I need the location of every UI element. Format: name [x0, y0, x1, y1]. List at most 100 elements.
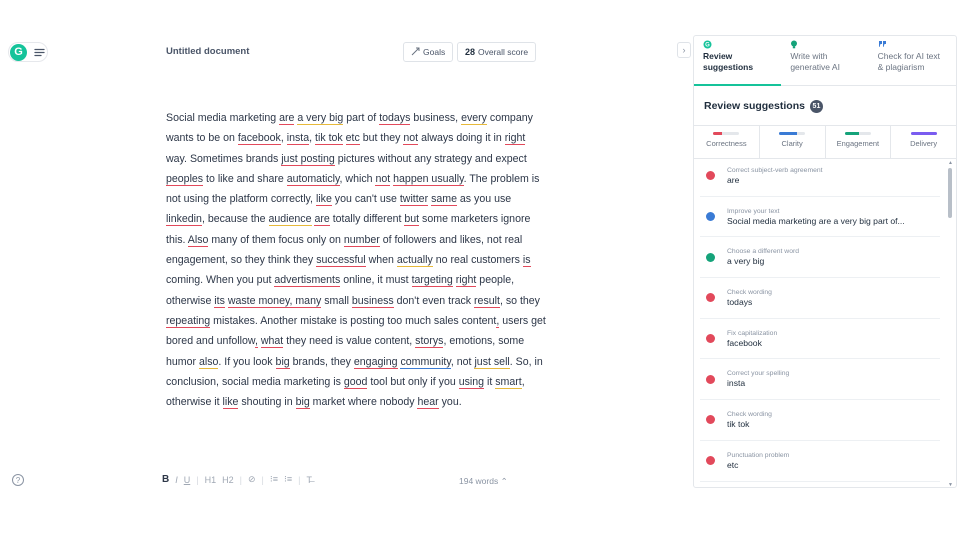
- flagged-text[interactable]: facebook: [237, 132, 281, 146]
- text-run: market where nobody: [309, 396, 418, 409]
- flagged-text[interactable]: business: [351, 294, 394, 308]
- flagged-text[interactable]: community: [400, 355, 451, 369]
- text-run: you can't use: [331, 193, 400, 206]
- italic-button[interactable]: I: [175, 475, 178, 485]
- flagged-text[interactable]: just posting: [281, 152, 335, 166]
- flagged-text[interactable]: successful: [316, 254, 366, 268]
- flagged-text[interactable]: smart: [495, 375, 522, 389]
- flagged-text[interactable]: storys: [415, 335, 444, 349]
- flagged-text[interactable]: big: [275, 355, 290, 369]
- scrollbar-thumb[interactable]: [948, 168, 952, 218]
- unordered-list-icon[interactable]: ⁝≡: [284, 474, 292, 485]
- suggestion-text: Check wording tik tok: [727, 410, 772, 430]
- ordered-list-icon[interactable]: ⁝≡: [270, 474, 278, 485]
- flagged-text[interactable]: peoples: [166, 172, 204, 186]
- h2-button[interactable]: H2: [222, 475, 234, 485]
- flagged-text[interactable]: number: [343, 233, 380, 247]
- goals-button[interactable]: Goals: [403, 42, 454, 62]
- document-title[interactable]: Untitled document: [166, 46, 249, 57]
- flagged-text[interactable]: using: [458, 375, 485, 389]
- category-tabs: Correctness Clarity Engagement Delivery: [694, 125, 956, 159]
- help-icon[interactable]: ?: [12, 474, 24, 486]
- flagged-text[interactable]: twitter: [399, 193, 429, 207]
- flagged-text[interactable]: also: [198, 355, 219, 369]
- format-toolbar: B I U | H1 H2 | ⊘ | ⁝≡ ⁝≡ | T̶: [162, 474, 312, 485]
- flagged-text[interactable]: tik tok: [315, 132, 343, 146]
- word-count[interactable]: 194 words ⌃: [459, 476, 508, 487]
- h1-button[interactable]: H1: [205, 475, 217, 485]
- suggestion-label: Improve your text: [727, 207, 780, 215]
- suggestion-value: facebook: [727, 337, 762, 348]
- text-run: , not: [450, 355, 475, 368]
- text-run: coming. When you put: [166, 274, 275, 287]
- panel-tabs: G Review suggestions Write with generati…: [694, 36, 956, 86]
- flagged-text[interactable]: are: [314, 213, 330, 227]
- suggestion-value: todays: [727, 296, 753, 307]
- text-run: always doing it in: [418, 132, 505, 145]
- flagged-text[interactable]: every: [461, 112, 487, 125]
- flagged-text[interactable]: is: [522, 254, 531, 268]
- suggestion-card[interactable]: Punctuation problem etc: [700, 441, 940, 482]
- flagged-text[interactable]: insta: [286, 132, 310, 146]
- overall-score-button[interactable]: 28 Overall score: [457, 42, 537, 62]
- text-run: when: [365, 254, 397, 267]
- suggestion-text: Fix capitalization facebook: [727, 329, 777, 349]
- flagged-text[interactable]: happen usually: [393, 172, 464, 186]
- flagged-text[interactable]: targeting: [411, 274, 453, 288]
- flagged-text[interactable]: hear: [417, 396, 439, 410]
- flagged-text[interactable]: but: [404, 213, 420, 227]
- category-correctness[interactable]: Correctness: [694, 126, 760, 158]
- flagged-text[interactable]: todays: [379, 112, 411, 125]
- underline-button[interactable]: U: [184, 475, 191, 485]
- category-delivery[interactable]: Delivery: [891, 126, 956, 158]
- flagged-text[interactable]: are: [279, 112, 295, 125]
- flagged-text[interactable]: not: [375, 172, 391, 186]
- suggestion-card[interactable]: Fix capitalization facebook: [700, 319, 940, 360]
- flagged-text[interactable]: just sell: [474, 355, 510, 369]
- document-body[interactable]: Social media marketing are a very big pa…: [166, 108, 546, 412]
- bold-button[interactable]: B: [162, 474, 169, 485]
- tab-review-suggestions[interactable]: G Review suggestions: [694, 36, 782, 86]
- scroll-down-icon[interactable]: ▼: [948, 482, 953, 487]
- tab-write-with-ai[interactable]: Write with generative AI: [781, 36, 868, 85]
- menu-icon[interactable]: [31, 46, 47, 58]
- flagged-text[interactable]: its: [214, 294, 225, 308]
- suggestion-card[interactable]: Correct your spelling insta: [700, 359, 940, 401]
- flagged-text[interactable]: audience: [268, 213, 312, 227]
- clear-format-icon[interactable]: T̶: [306, 475, 312, 485]
- flagged-text[interactable]: a very big: [297, 112, 344, 125]
- suggestion-card[interactable]: Improve your text Social media marketing …: [700, 197, 940, 238]
- flagged-text[interactable]: good: [343, 375, 368, 389]
- category-engagement[interactable]: Engagement: [826, 126, 892, 158]
- flagged-text[interactable]: same: [431, 193, 457, 207]
- collapse-panel-button[interactable]: ›: [677, 42, 691, 58]
- flagged-text[interactable]: etc: [345, 132, 360, 146]
- link-icon[interactable]: ⊘: [248, 474, 256, 485]
- grammarly-menu[interactable]: G: [8, 42, 48, 62]
- tab-check-ai-plagiarism[interactable]: Check for AI text & plagiarism: [869, 36, 956, 85]
- flagged-text[interactable]: actually: [396, 254, 433, 268]
- flagged-text[interactable]: Also: [187, 233, 209, 247]
- suggestion-card[interactable]: Choose a different word a very big: [700, 237, 940, 279]
- flagged-text[interactable]: like: [222, 396, 239, 410]
- suggestion-card[interactable]: Correct subject-verb agreement are: [700, 156, 940, 197]
- flagged-text[interactable]: automaticly: [286, 172, 340, 186]
- flagged-text[interactable]: waste money, many: [227, 294, 322, 308]
- flagged-text[interactable]: right: [504, 132, 526, 146]
- suggestion-list: Correct subject-verb agreement are Improve…: [694, 156, 946, 482]
- category-clarity[interactable]: Clarity: [760, 126, 826, 158]
- flagged-text[interactable]: result: [474, 294, 500, 308]
- flagged-text[interactable]: big: [295, 396, 310, 410]
- suggestion-card[interactable]: Check wording todays: [700, 278, 940, 319]
- flagged-text[interactable]: repeating: [166, 314, 211, 328]
- flagged-text[interactable]: linkedin: [166, 213, 202, 227]
- scroll-up-icon[interactable]: ▲: [948, 160, 953, 166]
- scrollbar[interactable]: ▲ ▼: [948, 160, 954, 487]
- suggestion-card[interactable]: Check wording tik tok: [700, 400, 940, 441]
- flagged-text[interactable]: like: [315, 193, 332, 207]
- flagged-text[interactable]: right: [455, 274, 477, 288]
- flagged-text[interactable]: not: [403, 132, 419, 146]
- flagged-text[interactable]: what: [260, 335, 284, 349]
- flagged-text[interactable]: engaging: [353, 355, 398, 369]
- flagged-text[interactable]: advertisments: [274, 274, 341, 288]
